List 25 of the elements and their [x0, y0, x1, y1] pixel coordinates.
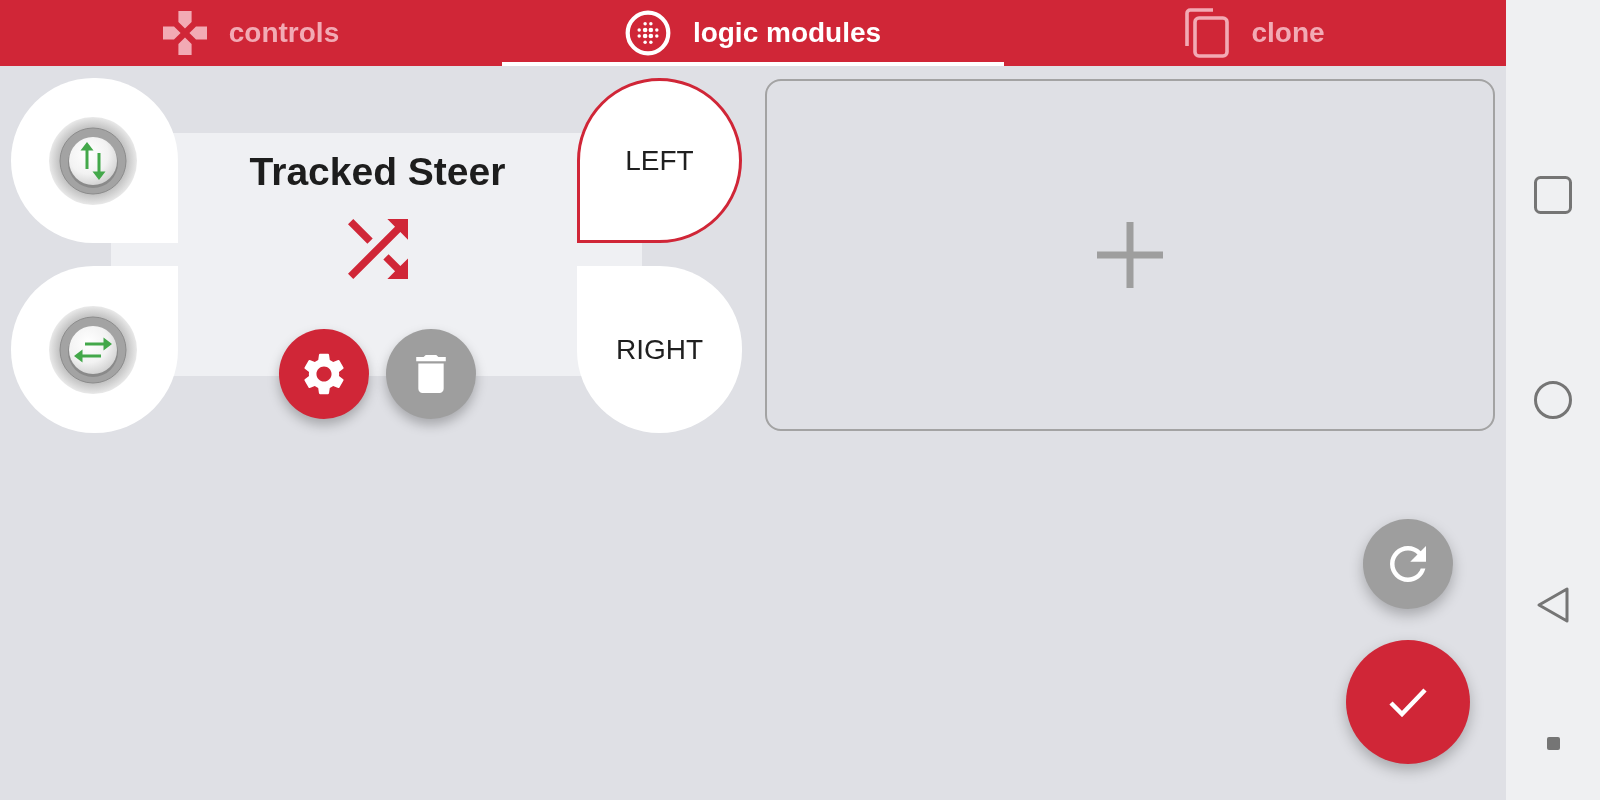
- check-icon: [1388, 687, 1428, 717]
- output-slot[interactable]: LEFT: [577, 78, 742, 243]
- plus-icon: [1097, 222, 1163, 288]
- delete-button[interactable]: [386, 329, 476, 419]
- tab[interactable]: logic modules: [502, 0, 1004, 66]
- copy-icon: [1185, 8, 1230, 58]
- settings-button[interactable]: [279, 329, 369, 419]
- up-down-knob-icon: [48, 116, 137, 205]
- tab[interactable]: controls: [0, 0, 502, 66]
- trash-icon: [416, 355, 446, 393]
- back-icon[interactable]: [1536, 586, 1570, 624]
- gear-icon: [303, 353, 345, 395]
- module-title: Tracked Steer: [249, 149, 506, 195]
- refresh-button[interactable]: [1363, 519, 1453, 609]
- home-icon[interactable]: [1534, 381, 1572, 419]
- left-right-knob-icon: [48, 305, 137, 394]
- confirm-button[interactable]: [1346, 640, 1470, 764]
- recents-icon[interactable]: [1534, 176, 1572, 214]
- dotted-circle-icon: [624, 10, 671, 56]
- refresh-icon: [1390, 546, 1426, 582]
- shuffle-icon: [347, 219, 408, 279]
- output-slot[interactable]: RIGHT: [577, 266, 742, 433]
- small-square-icon[interactable]: [1546, 737, 1560, 750]
- gamepad-icon: [162, 11, 207, 55]
- tab[interactable]: clone: [1004, 0, 1506, 66]
